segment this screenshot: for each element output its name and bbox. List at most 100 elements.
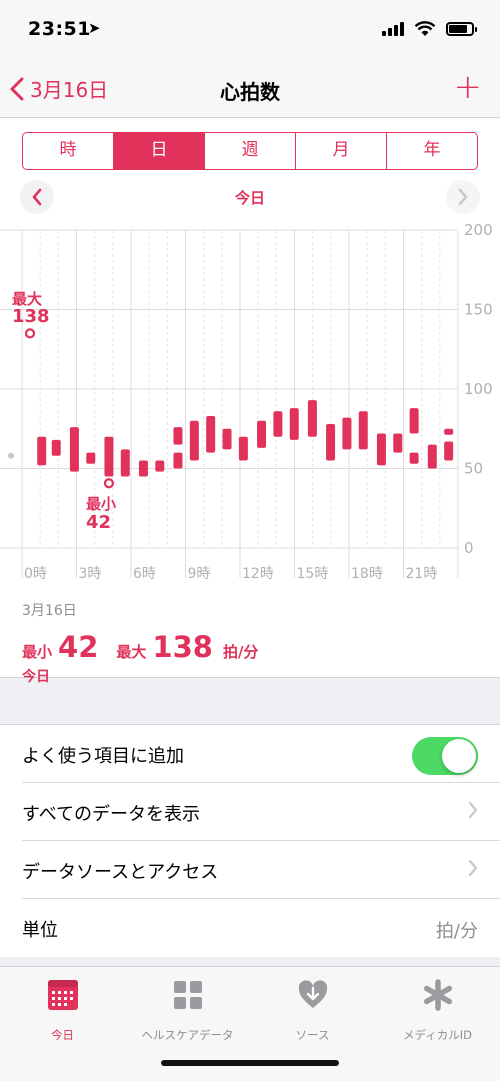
grid-icon xyxy=(173,981,202,1009)
range-bar xyxy=(155,460,165,472)
range-bar xyxy=(238,436,248,461)
calendar-icon xyxy=(47,980,78,1010)
range-bar xyxy=(257,420,267,448)
tab-medical-id[interactable]: メディカルID xyxy=(375,979,500,1043)
chart-card: 時 日 週 月 年 今日 200 150 100 50 0 0時 3時 6時 9時 12時 15時… xyxy=(0,118,500,685)
range-bar xyxy=(444,428,454,435)
data-point xyxy=(24,328,36,339)
cellular-signal-icon xyxy=(382,22,404,36)
navigation-bar: 3月16日 心拍数 + xyxy=(0,60,500,118)
unit-row[interactable]: 単位 拍/分 xyxy=(22,899,500,957)
heart-download-icon xyxy=(298,980,327,1008)
segment-week[interactable]: 週 xyxy=(205,133,296,169)
summary-date: 3月16日 xyxy=(22,603,77,619)
range-bar xyxy=(173,427,183,445)
favorite-row: よく使う項目に追加 xyxy=(22,725,500,783)
range-bar xyxy=(393,433,403,453)
x-tick-label: 12時 xyxy=(242,566,274,582)
range-bar xyxy=(358,411,368,450)
page-title: 心拍数 xyxy=(220,80,280,104)
range-bar xyxy=(222,428,232,450)
summary-max-label: 最大 xyxy=(116,643,147,661)
tab-health-data-label: ヘルスケアデータ xyxy=(141,1028,234,1042)
status-bar: 23:51 ➤ xyxy=(0,0,500,60)
chevron-right-icon xyxy=(468,859,478,877)
tab-health-data[interactable]: ヘルスケアデータ xyxy=(125,979,250,1043)
tab-sources[interactable]: ソース xyxy=(250,979,375,1043)
y-tick-label: 200 xyxy=(464,222,493,239)
x-tick-label: 3時 xyxy=(79,566,102,582)
x-tick-label: 21時 xyxy=(406,566,438,582)
x-tick-label: 15時 xyxy=(297,566,329,582)
asterisk-icon xyxy=(423,979,452,1011)
x-tick-label: 18時 xyxy=(351,566,383,582)
data-point xyxy=(103,478,115,489)
summary-min-value: 42 xyxy=(58,630,99,664)
range-bar xyxy=(120,449,130,477)
data-sources-row[interactable]: データソースとアクセス xyxy=(22,841,500,899)
range-segmented-control: 時 日 週 月 年 xyxy=(22,132,478,170)
plus-icon: + xyxy=(453,67,483,107)
tab-medical-id-label: メディカルID xyxy=(403,1028,472,1042)
summary-unit: 拍/分 xyxy=(222,643,259,661)
range-bar xyxy=(37,436,47,466)
battery-icon xyxy=(446,22,477,36)
range-bar xyxy=(376,433,386,466)
range-bar xyxy=(409,452,419,464)
range-bar xyxy=(409,408,419,434)
y-tick-label: 0 xyxy=(464,539,474,557)
tab-today-label: 今日 xyxy=(51,1028,74,1042)
min-callout-label: 最小 xyxy=(86,495,116,513)
add-data-button[interactable]: + xyxy=(454,70,483,104)
chevron-right-icon xyxy=(468,801,478,819)
unit-value: 拍/分 xyxy=(435,921,478,942)
heart-rate-chart[interactable]: 200150100500 0時 3時 6時 9時 12時 15時 18時 21時 最大 138… xyxy=(0,222,500,602)
range-bar xyxy=(189,420,199,461)
y-tick-label: 100 xyxy=(464,380,493,398)
segment-day[interactable]: 日 xyxy=(114,133,205,169)
y-tick-label: 150 xyxy=(464,301,493,319)
range-bar xyxy=(69,427,79,472)
y-tick-label: 50 xyxy=(464,460,483,478)
range-bar xyxy=(342,417,352,450)
range-bar xyxy=(444,441,454,461)
segment-hour[interactable]: 時 xyxy=(23,133,114,169)
data-sources-label: データソースとアクセス xyxy=(22,862,219,883)
show-all-data-row[interactable]: すべてのデータを表示 xyxy=(22,783,500,841)
x-tick-label: 6時 xyxy=(133,566,156,582)
min-callout-value: 42 xyxy=(86,512,111,533)
summary-min-label: 最小 xyxy=(22,643,53,661)
x-tick-label: 9時 xyxy=(188,566,211,582)
chevron-right-icon xyxy=(458,188,468,206)
range-bar xyxy=(427,444,437,469)
range-bar xyxy=(326,423,336,461)
favorite-toggle[interactable] xyxy=(412,737,478,775)
show-all-data-label: すべてのデータを表示 xyxy=(22,804,201,825)
location-arrow-icon: ➤ xyxy=(88,19,101,37)
wifi-icon xyxy=(414,21,436,36)
summary-day-label: 今日 xyxy=(22,669,50,685)
unit-label: 単位 xyxy=(22,920,58,941)
range-bar xyxy=(104,436,114,477)
range-bar xyxy=(273,411,283,437)
segment-year[interactable]: 年 xyxy=(387,133,477,169)
date-navigator: 今日 xyxy=(0,178,500,216)
x-tick-label: 0時 xyxy=(24,566,47,582)
max-callout-value: 138 xyxy=(12,306,50,327)
tab-today[interactable]: 今日 xyxy=(0,979,125,1043)
current-marker xyxy=(8,452,14,459)
range-bar xyxy=(138,460,148,477)
status-time: 23:51 xyxy=(28,18,91,40)
range-bar xyxy=(206,416,216,453)
date-label: 今日 xyxy=(234,189,265,207)
summary-max-value: 138 xyxy=(152,630,213,664)
tab-sources-label: ソース xyxy=(295,1028,330,1042)
range-bar xyxy=(173,452,183,469)
segment-month[interactable]: 月 xyxy=(296,133,387,169)
range-bar xyxy=(51,439,61,456)
favorite-label: よく使う項目に追加 xyxy=(22,746,184,767)
next-day-button[interactable] xyxy=(446,180,480,214)
summary: 3月16日 最小 42 最大 138 拍/分 今日 xyxy=(22,600,258,686)
range-bar xyxy=(86,452,96,464)
settings-list: よく使う項目に追加 すべてのデータを表示 データソースとアクセス 単位 拍/分 xyxy=(0,724,500,957)
